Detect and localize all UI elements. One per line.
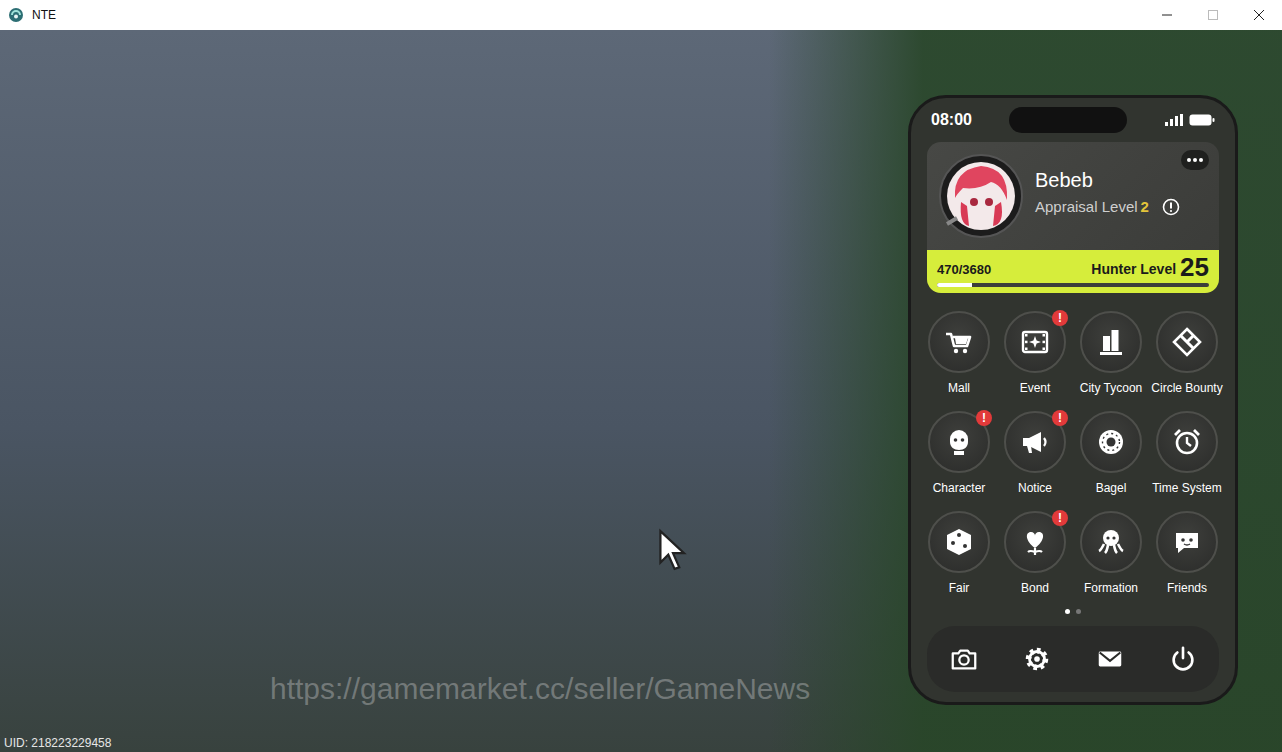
title-bar: NTE: [0, 0, 1282, 30]
friends-app[interactable]: Friends: [1149, 511, 1225, 595]
info-icon[interactable]: [1162, 198, 1180, 216]
maximize-button[interactable]: [1190, 0, 1236, 30]
watermark: https://gamemarket.cc/seller/GameNews: [270, 672, 810, 706]
dock-bar: [927, 626, 1219, 692]
hunter-level-bar: 470/3680 Hunter Level25: [927, 250, 1219, 293]
page-indicator: [921, 609, 1225, 614]
more-options-icon[interactable]: [1181, 150, 1209, 170]
notice-app[interactable]: ! Notice: [997, 411, 1073, 495]
app-label: Character: [933, 481, 986, 495]
page-dot[interactable]: [1065, 609, 1070, 614]
app-label: Circle Bounty: [1151, 381, 1222, 395]
minimize-button[interactable]: [1144, 0, 1190, 30]
friends-icon: [1171, 526, 1203, 558]
app-label: Notice: [1018, 481, 1052, 495]
app-label: Mall: [948, 381, 970, 395]
uid-label: UID: 218223229458: [4, 736, 111, 750]
city-tycoon-app[interactable]: City Tycoon: [1073, 311, 1149, 395]
notification-badge: !: [1052, 410, 1068, 426]
app-logo-icon: [8, 7, 24, 23]
bond-app[interactable]: ! Bond: [997, 511, 1073, 595]
mouse-cursor-icon: [656, 528, 690, 572]
app-label: Time System: [1152, 481, 1222, 495]
battery-icon: [1189, 114, 1215, 126]
notice-icon: [1019, 426, 1051, 458]
game-scene[interactable]: https://gamemarket.cc/seller/GameNews UID…: [0, 30, 1282, 752]
event-icon: [1019, 326, 1051, 358]
city-tycoon-icon: [1095, 326, 1127, 358]
avatar-icon[interactable]: [939, 154, 1023, 238]
mall-icon: [943, 326, 975, 358]
fair-app[interactable]: Fair: [921, 511, 997, 595]
mail-icon[interactable]: [1095, 644, 1125, 674]
app-label: Fair: [949, 581, 970, 595]
appraisal-level: Appraisal Level2: [1035, 198, 1180, 216]
page-dot[interactable]: [1076, 609, 1081, 614]
character-icon: [943, 426, 975, 458]
app-label: Friends: [1167, 581, 1207, 595]
power-icon[interactable]: [1168, 644, 1198, 674]
settings-gear-icon[interactable]: [1022, 644, 1052, 674]
time-system-icon: [1171, 426, 1203, 458]
circle-bounty-app[interactable]: Circle Bounty: [1149, 311, 1225, 395]
fair-icon: [943, 526, 975, 558]
notification-badge: !: [1052, 510, 1068, 526]
window-title: NTE: [32, 8, 56, 22]
app-label: Bagel: [1096, 481, 1127, 495]
event-app[interactable]: ! Event: [997, 311, 1073, 395]
notification-badge: !: [1052, 310, 1068, 326]
hunter-level-value: 25: [1180, 254, 1209, 280]
bond-icon: [1019, 526, 1051, 558]
character-app[interactable]: ! Character: [921, 411, 997, 495]
status-bar: 08:00: [921, 106, 1225, 134]
signal-icon: [1165, 114, 1183, 126]
profile-card[interactable]: Bebeb Appraisal Level2 470/3680 Hunter Leve…: [927, 142, 1219, 293]
app-window: NTE https://gamemarket.cc/seller/GameNews…: [0, 0, 1282, 752]
clock: 08:00: [931, 111, 972, 129]
formation-icon: [1095, 526, 1127, 558]
phone-menu: 08:00 Bebeb Appraisal Level2 470/3680 Hunter…: [908, 95, 1238, 705]
app-label: City Tycoon: [1080, 381, 1142, 395]
close-button[interactable]: [1236, 0, 1282, 30]
app-label: Formation: [1084, 581, 1138, 595]
xp-reading: 470/3680: [937, 262, 991, 280]
close-icon: [1254, 10, 1264, 20]
time-system-app[interactable]: Time System: [1149, 411, 1225, 495]
xp-progress-track: [937, 283, 1209, 287]
formation-app[interactable]: Formation: [1073, 511, 1149, 595]
app-label: Bond: [1021, 581, 1049, 595]
bagel-icon: [1095, 426, 1127, 458]
minimize-icon: [1162, 10, 1172, 20]
bagel-app[interactable]: Bagel: [1073, 411, 1149, 495]
camera-icon[interactable]: [949, 644, 979, 674]
app-label: Event: [1020, 381, 1051, 395]
dynamic-island: [1009, 107, 1127, 133]
notification-badge: !: [976, 410, 992, 426]
app-grid: Mall! Event City Tycoon Circle Bounty! Chara…: [921, 311, 1225, 595]
player-name: Bebeb: [1035, 169, 1180, 192]
maximize-icon: [1208, 10, 1218, 20]
hunter-level-label: Hunter Level: [1091, 261, 1176, 280]
mall-app[interactable]: Mall: [921, 311, 997, 395]
xp-progress-fill: [937, 283, 972, 287]
circle-bounty-icon: [1171, 326, 1203, 358]
